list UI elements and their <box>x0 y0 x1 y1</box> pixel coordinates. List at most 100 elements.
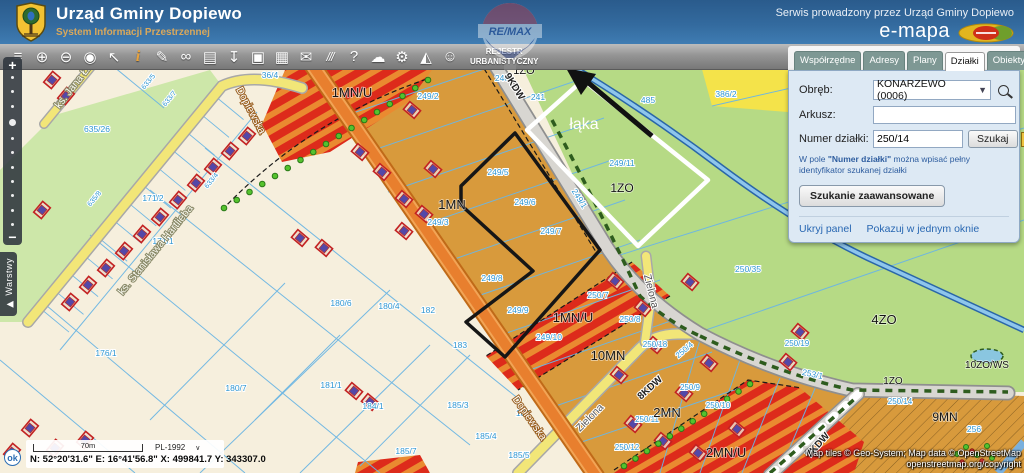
attribution-line1: Map tiles © Geo-System; Map data © OpenS… <box>806 448 1021 459</box>
tree-dot <box>633 456 639 462</box>
parcel-number-input[interactable] <box>873 130 963 148</box>
obreb-select[interactable]: KONARZEWO (0006) ▼ <box>873 80 991 100</box>
obreb-label: Obręb: <box>799 84 873 96</box>
search-magnifier-icon[interactable] <box>998 85 1009 96</box>
panel-tabs: WspółrzędneAdresyPlanyDziałkiObiekty × <box>788 46 1020 70</box>
zone-label: 1MN <box>438 197 465 212</box>
zoom-track[interactable] <box>9 73 16 229</box>
select-area-icon[interactable]: ◉ <box>78 45 102 69</box>
tree-dot <box>412 85 418 91</box>
parcel-label: 249/9 <box>507 305 529 315</box>
tab-współrzędne[interactable]: Współrzędne <box>794 51 861 70</box>
parcel-label: 176/1 <box>95 348 117 358</box>
parcel-label: 249/10 <box>536 332 562 342</box>
zoom-level-dot[interactable] <box>11 209 14 212</box>
tab-adresy[interactable]: Adresy <box>863 51 905 70</box>
tree-dot <box>361 117 367 123</box>
parcel-label: 249/7 <box>540 226 562 236</box>
chevron-down-icon: ∨ <box>195 444 200 452</box>
obreb-value: KONARZEWO (0006) <box>877 78 978 102</box>
parcel-label: 180/6 <box>330 298 352 308</box>
tree-dot <box>374 109 380 115</box>
tree-dot <box>400 93 406 99</box>
parcel-label: 185/3 <box>447 400 469 410</box>
tree-dot <box>349 125 355 131</box>
settings-icon[interactable]: ⚙ <box>390 45 414 69</box>
highlight-color-yellow[interactable] <box>1021 132 1024 147</box>
download-icon[interactable]: ↧ <box>222 45 246 69</box>
parcel-label: 181/1 <box>320 380 342 390</box>
crs-selector[interactable]: PL-1992 ∨ <box>155 443 200 452</box>
attribution-link[interactable]: openstreetmap.org/copyright <box>806 459 1021 470</box>
parcel-label: 635/26 <box>84 124 110 134</box>
zoom-level-dot[interactable] <box>11 180 14 183</box>
layers-tab-label: ▶ Warstwy <box>4 258 14 309</box>
tree-dot <box>690 418 696 424</box>
tree-dot <box>747 381 753 387</box>
copy-window-icon[interactable]: ▣ <box>246 45 270 69</box>
parcel-label: 249/2 <box>417 91 439 101</box>
tree-dot <box>621 463 627 469</box>
zoom-out-button[interactable]: − <box>8 229 16 245</box>
tree-dot <box>701 411 707 417</box>
feedback-icon[interactable]: ☺ <box>438 45 462 69</box>
parcel-label: 180/7 <box>225 383 247 393</box>
zone-label: 2MN/U <box>706 445 746 460</box>
zoom-level-dot[interactable] <box>11 105 14 108</box>
status-bar: 70m PL-1992 ∨ N: 52°20'31.6" E: 16°41'56… <box>26 440 224 468</box>
measure-icon[interactable]: /// <box>318 45 342 69</box>
tree-dot <box>221 205 227 211</box>
parcel-label: 250/19 <box>785 339 810 348</box>
layers-panel-tab[interactable]: ▶ Warstwy <box>0 252 17 316</box>
tab-obiekty[interactable]: Obiekty <box>987 51 1024 70</box>
parcel-label: 249/8 <box>481 273 503 283</box>
urban-register-button[interactable]: REJESTR URBANISTYCZNY <box>470 47 538 65</box>
zoom-level-dot[interactable] <box>11 90 14 93</box>
zone-label: 1MN/U <box>332 85 372 100</box>
arkusz-label: Arkusz: <box>799 109 873 121</box>
parcel-label: 250/7 <box>587 290 609 300</box>
crs-label: PL-1992 <box>155 443 185 452</box>
parcel-label: 249/6 <box>514 197 536 207</box>
tree-dot <box>667 433 673 439</box>
single-window-link[interactable]: Pokazuj w jednym oknie <box>867 223 980 235</box>
parcel-label: 184/1 <box>362 401 384 411</box>
info-icon[interactable]: i <box>126 45 150 69</box>
zoom-in-icon[interactable]: ⊕ <box>30 45 54 69</box>
print-icon[interactable]: ▤ <box>198 45 222 69</box>
cloud-icon[interactable]: ☁ <box>366 45 390 69</box>
parcel-label: 250/8 <box>619 314 641 324</box>
zoom-level-dot[interactable] <box>11 166 14 169</box>
draw-icon[interactable]: ✎ <box>150 45 174 69</box>
pointer-icon[interactable]: ↖ <box>102 45 126 69</box>
zoom-level-dot[interactable] <box>11 223 14 226</box>
arkusz-input[interactable] <box>873 106 1016 124</box>
parcel-label: 250/14 <box>888 397 913 406</box>
zoom-level-dot[interactable] <box>11 194 14 197</box>
tree-dot <box>678 426 684 432</box>
zoom-in-button[interactable]: + <box>8 57 16 73</box>
hide-panel-link[interactable]: Ukryj panel <box>799 223 852 235</box>
prism-icon[interactable]: ◭ <box>414 45 438 69</box>
layout-panels-icon[interactable]: ▦ <box>270 45 294 69</box>
parcel-label: 185/5 <box>508 450 530 460</box>
gis-application: 635/26171/2171/1176/1180/7180/6180/4181/… <box>0 0 1024 473</box>
ok-button[interactable]: ok <box>4 449 21 466</box>
zoom-slider[interactable]: + − <box>3 57 22 245</box>
help-icon[interactable]: ? <box>342 45 366 69</box>
zoom-level-dot[interactable] <box>9 119 16 126</box>
tree-dot <box>272 173 278 179</box>
advanced-search-button[interactable]: Szukanie zaawansowane <box>799 185 945 207</box>
comment-icon[interactable]: ✉ <box>294 45 318 69</box>
tab-plany[interactable]: Plany <box>907 51 943 70</box>
search-button[interactable]: Szukaj <box>968 130 1018 148</box>
tree-dot <box>298 157 304 163</box>
zoom-level-dot[interactable] <box>11 76 14 79</box>
link-icon[interactable]: ∞ <box>174 45 198 69</box>
zoom-out-icon[interactable]: ⊖ <box>54 45 78 69</box>
zone-label: 4ZO <box>871 312 896 327</box>
tab-działki[interactable]: Działki <box>945 52 985 71</box>
tree-dot <box>234 197 240 203</box>
zoom-level-dot[interactable] <box>11 137 14 140</box>
zoom-level-dot[interactable] <box>11 151 14 154</box>
